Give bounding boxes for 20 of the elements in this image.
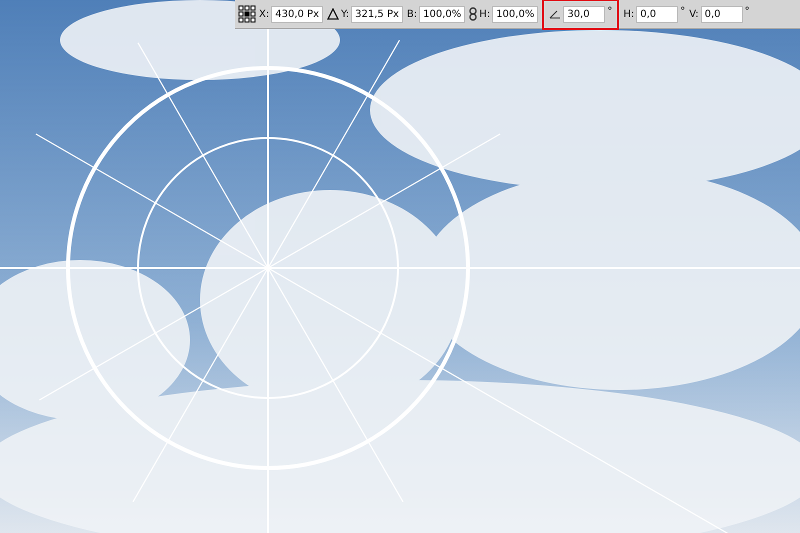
value-field[interactable]: 430,0 Px bbox=[271, 6, 323, 22]
field-label: X: bbox=[259, 8, 270, 20]
link-icon[interactable] bbox=[469, 7, 478, 21]
field-label: V: bbox=[689, 8, 699, 20]
delta-icon[interactable] bbox=[327, 8, 339, 20]
field-label: Y: bbox=[341, 8, 350, 20]
value-field[interactable]: 321,5 Px bbox=[351, 6, 403, 22]
value-field[interactable]: 100,0% bbox=[492, 6, 538, 22]
field-label: B: bbox=[406, 8, 418, 20]
value-field[interactable]: 0,0 bbox=[636, 6, 678, 22]
degree-unit: ° bbox=[607, 6, 612, 16]
degree-unit: ° bbox=[680, 6, 686, 16]
degree-unit: ° bbox=[744, 6, 750, 16]
reference-point-icon[interactable] bbox=[238, 5, 256, 23]
angle-icon bbox=[549, 9, 562, 19]
value-field[interactable]: 30,0 bbox=[563, 6, 606, 22]
value-field[interactable]: 100,0% bbox=[419, 6, 466, 22]
field-label: H: bbox=[623, 8, 634, 20]
field-label: H: bbox=[479, 8, 490, 20]
value-field[interactable]: 0,0 bbox=[700, 6, 743, 22]
